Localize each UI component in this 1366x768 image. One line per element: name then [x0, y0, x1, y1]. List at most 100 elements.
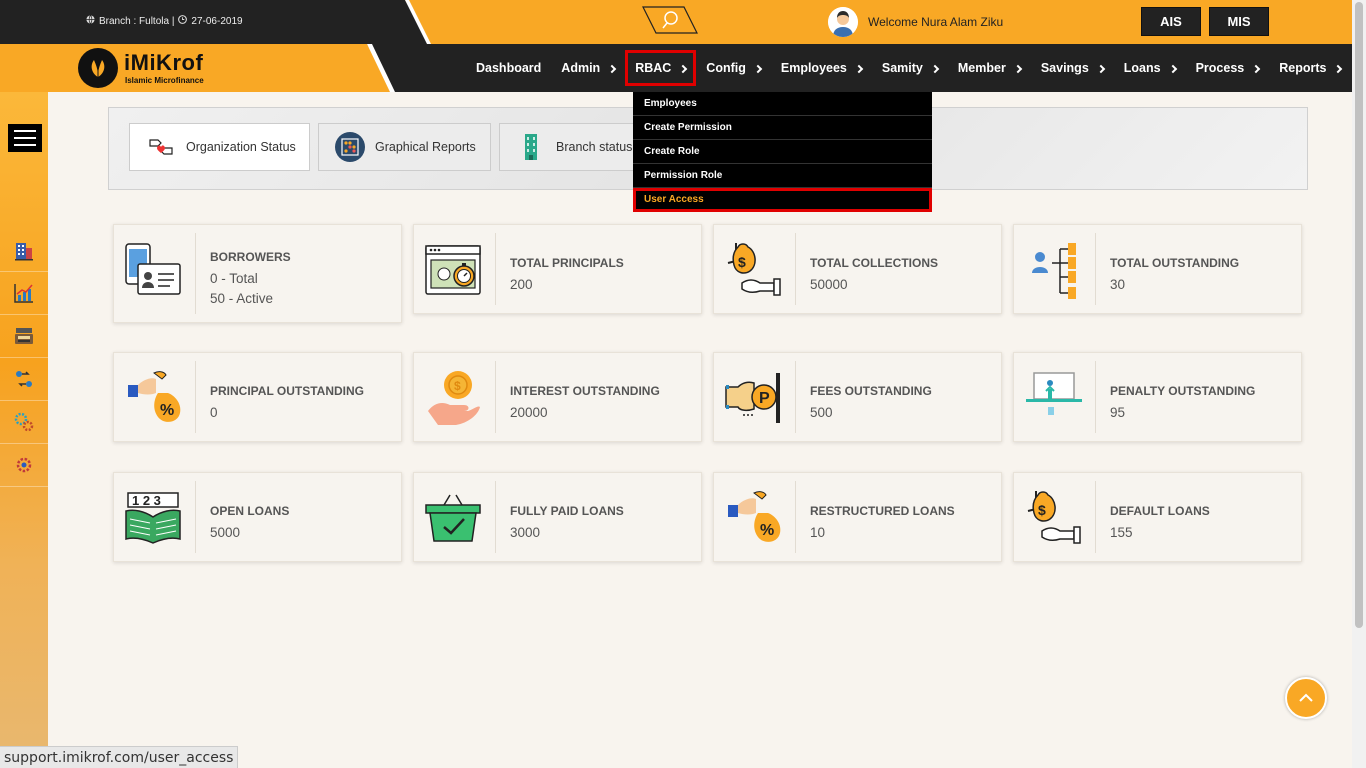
branch-label: Branch : Fultola |	[99, 15, 175, 27]
percent-bag-icon: %	[724, 489, 782, 547]
stat-card-default-loans[interactable]: $ DEFAULT LOANS 155	[1013, 472, 1302, 562]
building-icon[interactable]	[0, 229, 48, 272]
phone-id-card-icon	[124, 241, 182, 299]
stat-card-fees-outstanding[interactable]: P FEES OUTSTANDING 500	[713, 352, 1002, 442]
stat-card-title: TOTAL COLLECTIONS	[810, 256, 938, 270]
transfer-icon[interactable]	[0, 358, 48, 401]
scrollbar-thumb[interactable]	[1355, 2, 1363, 628]
stat-card-total-collections[interactable]: $ TOTAL COLLECTIONS 50000	[713, 224, 1002, 314]
logo-area[interactable]: iMiKrof Islamic Microfinance	[0, 44, 393, 92]
nav-item-employees[interactable]: Employees	[771, 50, 872, 86]
stat-card-title: PENALTY OUTSTANDING	[1110, 384, 1256, 398]
card-divider	[195, 361, 196, 433]
nav-item-samity[interactable]: Samity	[872, 50, 948, 86]
stat-card-total-principals[interactable]: TOTAL PRINCIPALS 200	[413, 224, 702, 314]
office-building-icon	[516, 132, 546, 162]
presentation-board-icon	[1024, 369, 1082, 427]
stat-card-open-loans[interactable]: 1 2 3 OPEN LOANS 5000	[113, 472, 402, 562]
search-button[interactable]	[642, 6, 698, 34]
nav-item-label: Reports	[1279, 61, 1327, 75]
globe-icon	[86, 15, 95, 27]
card-divider	[495, 361, 496, 433]
nav-item-config[interactable]: Config	[696, 50, 771, 86]
mis-button[interactable]: MIS	[1209, 7, 1269, 36]
dropdown-item-user-access[interactable]: User Access	[633, 188, 932, 212]
dropdown-item-create-permission[interactable]: Create Permission	[633, 116, 932, 140]
nav-item-loans[interactable]: Loans	[1114, 50, 1186, 86]
nav-bar: iMiKrof Islamic Microfinance Dashboard Ad…	[0, 44, 1352, 92]
welcome-text: Welcome Nura Alam Ziku	[868, 15, 1004, 29]
stat-card-value: 95	[1110, 405, 1126, 420]
tab-organization-status[interactable]: Organization Status	[129, 123, 310, 171]
nav-item-savings[interactable]: Savings	[1031, 50, 1114, 86]
logo-tagline: Islamic Microfinance	[125, 76, 204, 85]
svg-text:P: P	[759, 390, 770, 407]
money-bag-hand-icon: $	[724, 241, 782, 299]
stat-card-borrowers[interactable]: BORROWERS 0 - Total 50 - Active	[113, 224, 402, 323]
nav-item-label: Loans	[1123, 61, 1161, 75]
nav-item-member[interactable]: Member	[948, 50, 1031, 86]
stat-card-title: FULLY PAID LOANS	[510, 504, 624, 518]
scroll-to-top-button[interactable]	[1285, 677, 1327, 719]
stopwatch-card-icon	[424, 241, 482, 299]
svg-text:$: $	[454, 379, 461, 393]
stat-card-title: RESTRUCTURED LOANS	[810, 504, 955, 518]
stat-card-penalty-outstanding[interactable]: PENALTY OUTSTANDING 95	[1013, 352, 1302, 442]
clock-icon	[178, 15, 188, 27]
nav-item-reports[interactable]: Reports	[1269, 50, 1351, 86]
cash-register-icon[interactable]	[0, 315, 48, 358]
stat-card-title: BORROWERS	[210, 250, 291, 264]
logo-leaf-icon	[78, 48, 118, 88]
tab-branch-status[interactable]: Branch status	[499, 123, 635, 171]
dropdown-item-permission-role[interactable]: Permission Role	[633, 164, 932, 188]
svg-text:$: $	[738, 254, 746, 270]
stat-card-value: 50 - Active	[210, 291, 274, 306]
date-label: 27-06-2019	[191, 15, 243, 27]
card-divider	[795, 361, 796, 433]
tab-graphical-reports[interactable]: Graphical Reports	[318, 123, 491, 171]
card-divider	[495, 233, 496, 305]
stat-card-total-outstanding[interactable]: TOTAL OUTSTANDING 30	[1013, 224, 1302, 314]
chevron-right-icon	[1013, 64, 1023, 73]
dropdown-item-employees[interactable]: Employees	[633, 92, 932, 116]
stat-card-interest-outstanding[interactable]: $ INTEREST OUTSTANDING 20000	[413, 352, 702, 442]
tab-label: Organization Status	[186, 140, 296, 154]
ais-button[interactable]: AIS	[1141, 7, 1201, 36]
settings-icon[interactable]	[0, 444, 48, 487]
branch-info: Branch : Fultola | 27-06-2019	[86, 15, 243, 27]
stat-card-title: PRINCIPAL OUTSTANDING	[210, 384, 365, 398]
top-bar: Branch : Fultola | 27-06-2019 Welcome Nu…	[0, 0, 1352, 44]
chart-growth-icon[interactable]	[0, 272, 48, 315]
stat-card-value: 20000	[510, 405, 548, 420]
svg-text:%: %	[160, 402, 174, 419]
gears-icon[interactable]	[0, 401, 48, 444]
nav-item-label: Samity	[881, 61, 923, 75]
card-divider	[195, 233, 196, 314]
nav-item-label: RBAC	[635, 61, 672, 75]
chevron-right-icon	[1096, 64, 1106, 73]
card-divider	[795, 481, 796, 553]
dropdown-item-create-role[interactable]: Create Role	[633, 140, 932, 164]
stat-card-value: 155	[1110, 525, 1133, 540]
nav-item-dashboard[interactable]: Dashboard	[466, 50, 551, 86]
avatar[interactable]	[828, 7, 858, 37]
nav-item-process[interactable]: Process	[1186, 50, 1270, 86]
left-sidebar	[0, 92, 48, 768]
hierarchy-icon	[1024, 241, 1082, 299]
nav-item-rbac[interactable]: RBAC	[625, 50, 697, 86]
card-divider	[195, 481, 196, 553]
abacus-icon	[335, 132, 365, 162]
stat-card-principal-outstanding[interactable]: % PRINCIPAL OUTSTANDING 0	[113, 352, 402, 442]
svg-text:$: $	[1038, 502, 1046, 518]
stat-card-value: 50000	[810, 277, 848, 292]
tab-label: Branch status	[556, 140, 633, 154]
chevron-right-icon	[607, 64, 617, 73]
page-scrollbar[interactable]	[1352, 0, 1366, 768]
stat-card-title: DEFAULT LOANS	[1110, 504, 1210, 518]
nav-item-admin[interactable]: Admin	[551, 50, 625, 86]
stat-card-restructured-loans[interactable]: % RESTRUCTURED LOANS 10	[713, 472, 1002, 562]
hamburger-menu-button[interactable]	[8, 124, 42, 152]
nav-item-label: Member	[957, 61, 1006, 75]
stat-card-fully-paid-loans[interactable]: FULLY PAID LOANS 3000	[413, 472, 702, 562]
stat-card-value: 30	[1110, 277, 1126, 292]
